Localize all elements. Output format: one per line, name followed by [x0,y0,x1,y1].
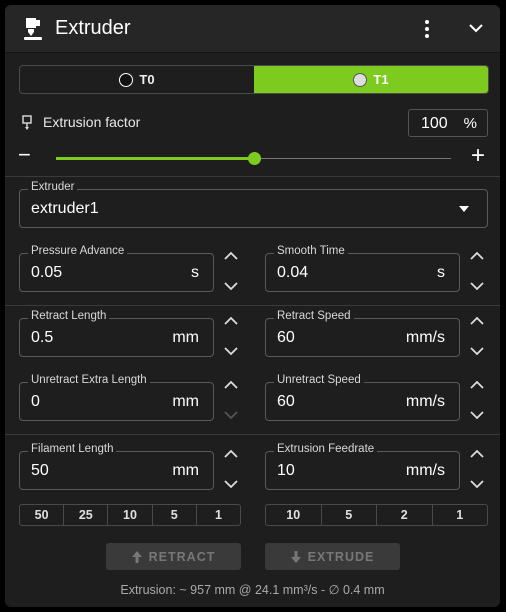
smooth-time-down-icon[interactable] [469,281,485,291]
extrusion-feedrate-label: Extrusion Feedrate [274,443,378,455]
extrusion-factor-unit: % [463,115,477,132]
extruder-icon [24,18,42,40]
filament-length-presets: 50 25 10 5 1 [19,504,241,526]
extrusion-factor-value: 100 [421,115,448,132]
retract-speed-unit: mm/s [405,329,445,346]
extruder-select-value: extruder1 [31,200,99,217]
unretract-extra-length-label: Unretract Extra Length [28,374,150,386]
tool-toggle: T0 T1 [19,65,489,94]
pressure-advance-unit: s [191,264,199,281]
more-vert-icon[interactable] [423,19,431,39]
retract-length-label: Retract Length [28,310,110,322]
extrusion-feedrate-field[interactable]: Extrusion Feedrate 10 mm/s [265,443,460,490]
extruder-select[interactable]: Extruder extruder1 [19,181,488,228]
radio-selected-icon [353,72,368,87]
extrusion-feedrate-unit: mm/s [405,462,445,479]
extrusion-feedrate-up-icon[interactable] [469,449,485,459]
slider-fill [56,157,254,160]
retract-length-up-icon[interactable] [223,316,239,326]
unretract-extra-length-unit: mm [172,393,199,410]
length-preset-button[interactable]: 50 [20,505,65,525]
unretract-speed-down-icon[interactable] [469,410,485,420]
increase-button[interactable]: + [471,144,485,168]
extrude-button[interactable]: EXTRUDE [265,543,400,570]
filament-length-down-icon[interactable] [223,479,239,489]
smooth-time-label: Smooth Time [274,245,348,257]
smooth-time-value: 0.04 [277,264,309,281]
extrusion-feedrate-presets: 10 5 2 1 [265,504,488,526]
tool-label: T1 [373,72,389,87]
retract-speed-field[interactable]: Retract Speed 60 mm/s [265,310,460,357]
pressure-advance-up-icon[interactable] [223,251,239,261]
filament-length-up-icon[interactable] [223,449,239,459]
retract-speed-label: Retract Speed [274,310,354,322]
unretract-extra-length-up-icon[interactable] [223,380,239,390]
arrow-up-icon [131,550,142,563]
extrusion-factor-slider[interactable] [56,152,451,165]
extrusion-factor-input[interactable]: 100 % [408,109,488,137]
extruder-small-icon [22,115,32,130]
tool-button-t0[interactable]: T0 [20,66,254,93]
dropdown-arrow-icon [459,206,469,212]
unretract-speed-field[interactable]: Unretract Speed 60 mm/s [265,374,460,421]
retract-label: RETRACT [148,549,216,564]
panel-header: Extruder [5,5,500,53]
retract-length-unit: mm [172,329,199,346]
pressure-advance-label: Pressure Advance [28,245,128,257]
retract-length-down-icon[interactable] [223,346,239,356]
feedrate-preset-button[interactable]: 2 [377,505,433,525]
filament-length-value: 50 [31,462,49,479]
extrusion-feedrate-down-icon[interactable] [469,479,485,489]
pressure-advance-field[interactable]: Pressure Advance 0.05 s [19,245,214,292]
length-preset-button[interactable]: 25 [64,505,109,525]
divider [5,434,500,435]
smooth-time-unit: s [437,264,445,281]
length-preset-button[interactable]: 10 [108,505,153,525]
retract-speed-down-icon[interactable] [469,346,485,356]
filament-length-label: Filament Length [28,443,117,455]
unretract-speed-value: 60 [277,393,295,410]
retract-speed-value: 60 [277,329,295,346]
tool-label: T0 [139,72,155,87]
radio-unchecked-icon [119,72,134,87]
smooth-time-field[interactable]: Smooth Time 0.04 s [265,245,460,292]
filament-length-unit: mm [172,462,199,479]
retract-speed-up-icon[interactable] [469,316,485,326]
collapse-chevron-icon[interactable] [468,23,484,33]
unretract-extra-length-value: 0 [31,393,40,410]
feedrate-preset-button[interactable]: 5 [322,505,377,525]
arrow-down-icon [290,550,301,563]
retract-length-value: 0.5 [31,329,54,346]
extruder-panel: Extruder T0 T1 Extrusion factor 100 % − … [5,5,500,607]
unretract-speed-label: Unretract Speed [274,374,364,386]
unretract-extra-length-field[interactable]: Unretract Extra Length 0 mm [19,374,214,421]
divider [5,305,500,306]
extrude-label: EXTRUDE [307,549,375,564]
unretract-speed-unit: mm/s [405,393,445,410]
pressure-advance-down-icon[interactable] [223,281,239,291]
filament-length-field[interactable]: Filament Length 50 mm [19,443,214,490]
panel-title: Extruder [55,17,131,39]
length-preset-button[interactable]: 1 [197,505,240,525]
slider-thumb[interactable] [247,152,261,165]
tool-button-t1[interactable]: T1 [254,66,488,93]
retract-button[interactable]: RETRACT [106,543,241,570]
feedrate-preset-button[interactable]: 1 [433,505,488,525]
retract-length-field[interactable]: Retract Length 0.5 mm [19,310,214,357]
unretract-speed-up-icon[interactable] [469,380,485,390]
smooth-time-up-icon[interactable] [469,251,485,261]
length-preset-button[interactable]: 5 [153,505,197,525]
extrusion-feedrate-value: 10 [277,462,295,479]
unretract-extra-length-down-icon [224,411,238,420]
extrusion-factor-label: Extrusion factor [43,114,141,130]
pressure-advance-value: 0.05 [31,264,63,281]
feedrate-preset-button[interactable]: 10 [266,505,322,525]
extrusion-summary: Extrusion: ~ 957 mm @ 24.1 mm³/s - ∅ 0.4… [120,583,385,597]
extruder-select-label: Extruder [28,181,78,193]
divider [5,176,500,177]
decrease-button[interactable]: − [18,144,31,166]
